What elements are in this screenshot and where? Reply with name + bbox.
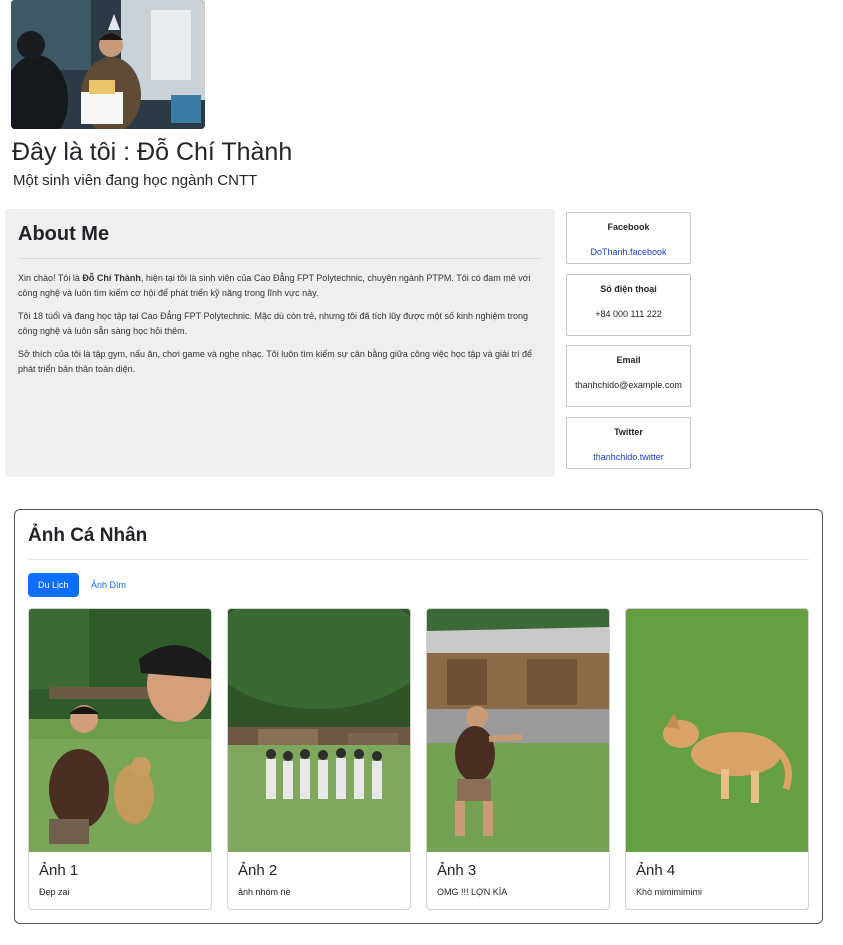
photo-3-image	[427, 609, 609, 852]
photo-1-image	[29, 609, 211, 852]
about-paragraph-3: Sở thích của tôi là tập gym, nấu ăn, chơ…	[18, 349, 532, 374]
gallery-divider	[28, 559, 809, 560]
email-value: thanhchido@example.com	[575, 380, 682, 390]
photo-card-2[interactable]: Ảnh 2 ảnh nhóm nè	[227, 608, 411, 910]
gallery-section: Ảnh Cá Nhân Du Lịch Ảnh Dìm Ảnh 1 Đẹp za…	[14, 509, 823, 924]
card-caption: ảnh nhóm nè	[238, 887, 291, 897]
about-p1-name: Đỗ Chí Thành	[82, 273, 141, 283]
contact-title: Facebook	[607, 222, 650, 232]
contact-card-email: Email thanhchido@example.com	[566, 345, 691, 407]
about-paragraph-1: Xin chào! Tôi là Đỗ Chí Thành, hiện tại …	[18, 271, 542, 301]
contact-title: Số điện thoại	[600, 284, 657, 294]
card-title: Ảnh 1	[39, 862, 79, 879]
about-p1-intro: Xin chào! Tôi là	[18, 273, 83, 283]
photo-2-image	[228, 609, 410, 852]
profile-photo	[11, 0, 205, 129]
about-heading: About Me	[18, 223, 542, 259]
facebook-link[interactable]: DoThanh.facebook	[567, 247, 690, 257]
card-caption: Đẹp zai	[39, 887, 70, 897]
page-title: Đây là tôi : Đỗ Chí Thành	[12, 138, 293, 166]
about-section: About Me Xin chào! Tôi là Đỗ Chí Thành, …	[5, 209, 555, 477]
photo-card-1[interactable]: Ảnh 1 Đẹp zai	[28, 608, 212, 910]
tab-du-lich[interactable]: Du Lịch	[28, 573, 79, 597]
contact-card-twitter: Twitter thanhchido.twitter	[566, 417, 691, 469]
photo-card-3[interactable]: Ảnh 3 OMG !!! LỢN KÌA	[426, 608, 610, 910]
photo-card-4[interactable]: Ảnh 4 Khò mimimimimi	[625, 608, 809, 910]
contact-title: Email	[616, 355, 641, 365]
contact-card-phone: Số điện thoại +84 000 111 222	[566, 274, 691, 336]
card-caption: OMG !!! LỢN KÌA	[437, 887, 508, 897]
gallery-heading: Ảnh Cá Nhân	[28, 525, 148, 546]
photo-4-image	[626, 609, 808, 852]
card-title: Ảnh 4	[636, 862, 676, 879]
card-title: Ảnh 2	[238, 862, 278, 879]
page-subtitle: Một sinh viên đang học ngành CNTT	[13, 172, 258, 189]
twitter-link[interactable]: thanhchido.twitter	[567, 452, 690, 462]
tab-anh-dim[interactable]: Ảnh Dìm	[81, 573, 136, 597]
contact-title: Twitter	[614, 427, 643, 437]
contact-card-facebook: Facebook DoThanh.facebook	[566, 212, 691, 264]
about-paragraph-2: Tôi 18 tuổi và đang học tập tại Cao Đẳng…	[18, 311, 529, 336]
card-title: Ảnh 3	[437, 862, 477, 879]
card-caption: Khò mimimimimi	[636, 887, 702, 897]
phone-value: +84 000 111 222	[595, 309, 662, 319]
